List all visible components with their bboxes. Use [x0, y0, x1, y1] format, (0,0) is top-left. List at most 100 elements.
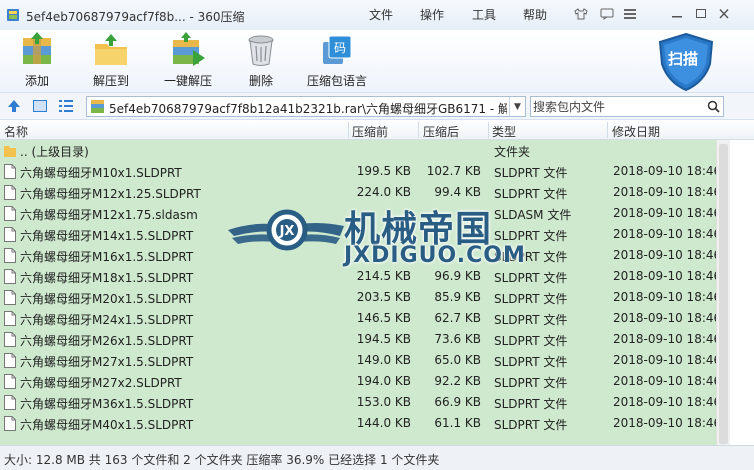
skin-icon[interactable]	[570, 4, 592, 24]
file-date: 2018-09-10 18:46	[613, 395, 716, 409]
menu-list-icon[interactable]	[619, 4, 641, 24]
one-click-extract-button[interactable]: 一键解压	[153, 32, 223, 90]
svg-text:码: 码	[334, 41, 346, 55]
file-name: 六角螺母细牙M10x1.SLDPRT	[20, 166, 182, 180]
file-type: SLDPRT 文件	[494, 397, 568, 411]
title-bar: 5ef4eb70687979acf7f8b... - 360压缩 文件 操作 工…	[0, 0, 754, 30]
list-item[interactable]: 六角螺母细牙M27x2.SLDPRT 194.0 KB 92.2 KB SLDPRT …	[0, 371, 716, 392]
language-icon: 码	[323, 35, 352, 64]
menu-file[interactable]: 文件	[369, 6, 393, 23]
list-item[interactable]: .. (上级目录) 文件夹	[0, 140, 716, 161]
file-name: 六角螺母细牙M24x1.5.SLDPRT	[20, 313, 194, 327]
file-packed-size: 102.7 KB	[426, 164, 481, 178]
column-divider[interactable]	[488, 122, 489, 138]
col-size[interactable]: 压缩前	[352, 123, 388, 140]
file-icon	[4, 227, 16, 242]
file-name: 六角螺母细牙M18x1.5.SLDPRT	[20, 271, 194, 285]
file-icon	[4, 311, 16, 326]
file-date: 2018-09-10 18:46	[613, 353, 716, 367]
file-type: 文件夹	[494, 145, 531, 159]
file-size: 146.5 KB	[356, 311, 411, 325]
file-size: 144.0 KB	[356, 416, 411, 430]
file-type: SLDPRT 文件	[494, 355, 568, 369]
file-size: 214.5 KB	[356, 269, 411, 283]
file-name: 六角螺母细牙M12x1.25.SLDPRT	[20, 187, 201, 201]
search-input[interactable]	[533, 98, 701, 115]
folder-icon	[4, 146, 16, 157]
file-icon	[4, 374, 16, 389]
file-type: SLDPRT 文件	[494, 334, 568, 348]
trash-icon	[248, 35, 274, 66]
maximize-icon[interactable]	[690, 4, 712, 24]
file-size: 194.0 KB	[356, 374, 411, 388]
file-name: 六角螺母细牙M20x1.5.SLDPRT	[20, 292, 194, 306]
list-item[interactable]: 六角螺母细牙M36x1.5.SLDPRT 153.0 KB 66.9 KB SLDPR…	[0, 392, 716, 413]
search-icon[interactable]	[707, 100, 720, 113]
column-divider[interactable]	[607, 122, 608, 138]
file-type: SLDPRT 文件	[494, 271, 568, 285]
col-name[interactable]: 名称	[4, 123, 28, 140]
file-icon	[4, 353, 16, 368]
search-field[interactable]	[530, 96, 724, 117]
file-type: SLDPRT 文件	[494, 292, 568, 306]
menu-action[interactable]: 操作	[420, 6, 444, 23]
col-type[interactable]: 类型	[492, 123, 516, 140]
file-date: 2018-09-10 18:46	[613, 374, 716, 388]
list-item[interactable]: 六角螺母细牙M26x1.5.SLDPRT 194.5 KB 73.6 KB SLDPR…	[0, 329, 716, 350]
delete-label: 删除	[248, 74, 273, 88]
scan-label: 扫描	[668, 50, 699, 68]
file-type: SLDASM 文件	[494, 208, 572, 222]
file-date: 2018-09-10 18:46	[613, 227, 716, 241]
delete-button[interactable]: 删除	[226, 32, 296, 90]
file-name: 六角螺母细牙M12x1.75.sldasm	[20, 208, 198, 222]
add-icon	[23, 32, 51, 64]
column-divider[interactable]	[418, 122, 419, 138]
file-packed-size: 73.6 KB	[434, 332, 481, 346]
extract-to-button[interactable]: 解压到	[76, 32, 146, 90]
scan-button[interactable]: 扫描	[654, 30, 718, 92]
file-icon	[4, 185, 16, 200]
file-type: SLDPRT 文件	[494, 166, 568, 180]
close-icon[interactable]	[713, 4, 735, 24]
archive-logo-icon	[7, 9, 19, 21]
toolbar: 添加 解压到 一键解压 删除 码 压缩包语言	[0, 30, 754, 92]
add-button[interactable]: 添加	[2, 32, 72, 90]
list-item[interactable]: 六角螺母细牙M40x1.5.SLDPRT 144.0 KB 61.1 KB SLDPR…	[0, 413, 716, 434]
file-date: 2018-09-10 18:46	[613, 206, 716, 220]
one-click-extract-label: 一键解压	[163, 74, 212, 88]
thumbnail-view-icon[interactable]	[32, 98, 48, 114]
file-date: 2018-09-10 18:46	[613, 248, 716, 262]
right-gutter	[730, 140, 754, 445]
list-item[interactable]: 六角螺母细牙M24x1.5.SLDPRT 146.5 KB 62.7 KB SLDPR…	[0, 308, 716, 329]
minimize-icon[interactable]	[666, 4, 688, 24]
file-name: .. (上级目录)	[20, 145, 89, 159]
list-item[interactable]: 六角螺母细牙M10x1.SLDPRT 199.5 KB 102.7 KB SLDPRT…	[0, 161, 716, 182]
chevron-down-icon[interactable]: ▼	[509, 97, 525, 116]
file-packed-size: 65.0 KB	[434, 353, 481, 367]
file-icon	[4, 395, 16, 410]
file-icon	[4, 248, 16, 263]
col-date[interactable]: 修改日期	[612, 123, 660, 140]
list-item[interactable]: 六角螺母细牙M27x1.5.SLDPRT 149.0 KB 65.0 KB SLDPR…	[0, 350, 716, 371]
extract-to-icon	[95, 34, 127, 65]
file-name: 六角螺母细牙M16x1.5.SLDPRT	[20, 250, 194, 264]
col-packed[interactable]: 压缩后	[423, 123, 459, 140]
path-field[interactable]: 5ef4eb70687979acf7f8b12a41b2321b.rar\六角螺…	[86, 96, 526, 117]
feedback-icon[interactable]	[596, 4, 618, 24]
language-button[interactable]: 码 压缩包语言	[302, 32, 372, 90]
file-type: SLDPRT 文件	[494, 229, 568, 243]
column-divider[interactable]	[348, 122, 349, 138]
list-item[interactable]: 六角螺母细牙M18x1.5.SLDPRT 214.5 KB 96.9 KB SLDPR…	[0, 266, 716, 287]
scroll-thumb[interactable]	[719, 144, 728, 444]
menu-tools[interactable]: 工具	[472, 6, 496, 23]
extract-to-label: 解压到	[92, 74, 129, 88]
file-date: 2018-09-10 18:46	[613, 311, 716, 325]
file-icon	[4, 416, 16, 431]
up-arrow-icon[interactable]	[6, 98, 22, 114]
list-item[interactable]: 六角螺母细牙M20x1.5.SLDPRT 203.5 KB 85.9 KB SLDPR…	[0, 287, 716, 308]
list-view-icon[interactable]	[58, 98, 74, 114]
file-name: 六角螺母细牙M27x2.SLDPRT	[20, 376, 182, 390]
vertical-scrollbar[interactable]	[716, 140, 730, 445]
menu-help[interactable]: 帮助	[523, 6, 547, 23]
file-date: 2018-09-10 18:46	[613, 290, 716, 304]
